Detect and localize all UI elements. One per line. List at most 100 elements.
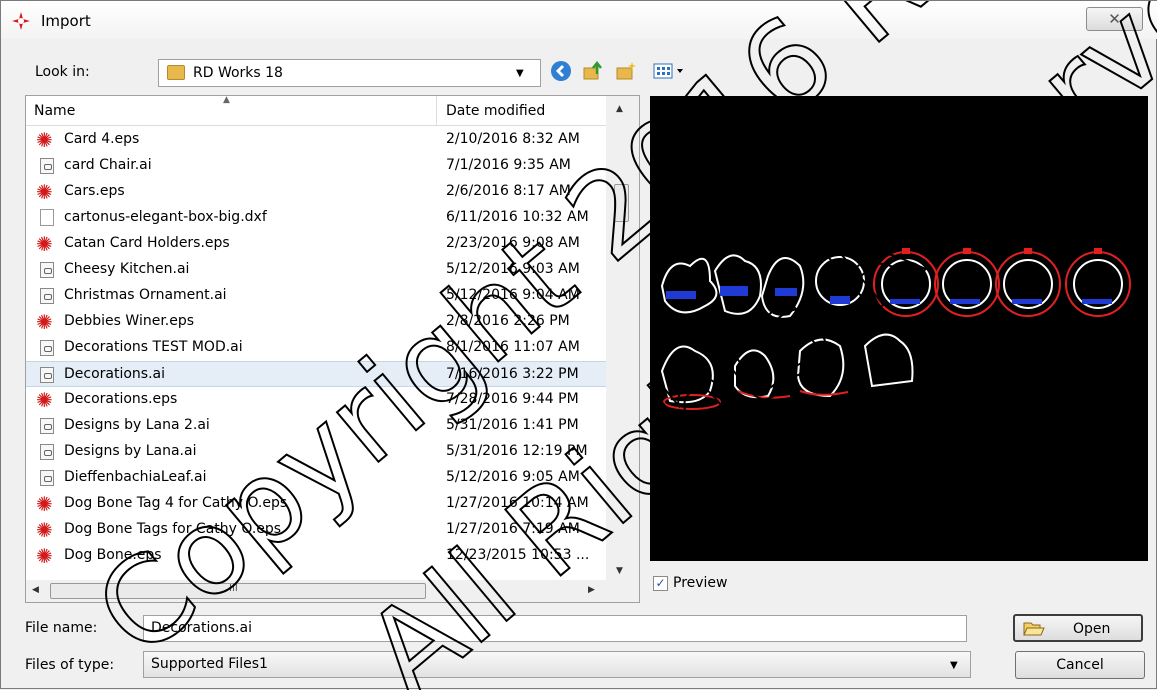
close-icon: ✕ [1108,10,1121,28]
preview-checkbox[interactable]: ✓ [653,576,668,591]
ai-file-icon [40,288,54,304]
file-name-cell: Decorations TEST MOD.ai [64,339,243,355]
file-date-cell: 2/10/2016 8:32 AM [446,131,580,147]
vertical-scroll-thumb[interactable] [614,184,629,222]
chevron-down-icon: ▼ [516,68,524,79]
new-folder-button[interactable] [614,60,638,84]
file-date-cell: 6/11/2016 10:32 AM [446,209,589,225]
file-row[interactable]: Designs by Lana.ai 5/31/2016 12:19 PM [26,439,606,465]
scroll-grip: III [229,583,238,594]
up-folder-icon [583,60,602,80]
column-divider[interactable] [436,96,437,125]
title-bar: Import ✕ [1,1,1157,39]
file-row[interactable]: ✺ Card 4.eps 2/10/2016 8:32 AM [26,127,606,153]
open-button[interactable]: Open [1013,614,1143,642]
file-row[interactable]: Christmas Ornament.ai 5/12/2016 9:04 AM [26,283,606,309]
preview-pane [650,96,1148,561]
scroll-left-icon[interactable]: ◀ [32,585,39,595]
file-list-header: Name ▲ Date modified [26,96,606,126]
ai-file-icon [40,470,54,486]
file-date-cell: 7/16/2016 3:22 PM [446,366,579,382]
close-button[interactable]: ✕ [1086,7,1143,31]
new-folder-icon [616,62,636,80]
eps-file-icon: ✺ [36,518,53,542]
eps-file-icon: ✺ [36,180,53,204]
file-date-cell: 5/31/2016 1:41 PM [446,417,579,433]
view-menu-button[interactable] [651,60,691,84]
file-date-cell: 5/31/2016 12:19 PM [446,443,588,459]
file-list[interactable]: Name ▲ Date modified ✺ Card 4.eps 2/10/201… [25,95,640,603]
file-date-cell: 2/6/2016 8:17 AM [446,183,571,199]
file-date-cell: 2/23/2016 9:08 AM [446,235,580,251]
file-row[interactable]: Cheesy Kitchen.ai 5/12/2016 9:03 AM [26,257,606,283]
file-date-cell: 7/1/2016 9:35 AM [446,157,571,173]
file-row[interactable]: cartonus-elegant-box-big.dxf 6/11/2016 10… [26,205,606,231]
file-row[interactable]: ✺ Dog Bone.eps 12/23/2015 10:53 ... [26,543,606,569]
file-name-cell: card Chair.ai [64,157,152,173]
up-folder-button[interactable] [581,60,605,84]
file-row[interactable]: ✺ Dog Bone Tags for Cathy O.eps 1/27/2016 … [26,517,606,543]
horizontal-scrollbar[interactable]: ◀ III ▶ [26,580,606,602]
eps-file-icon: ✺ [36,128,53,152]
cancel-button-label: Cancel [1056,657,1104,673]
eps-file-icon: ✺ [36,492,53,516]
vertical-scrollbar[interactable]: ▲ ▼ [606,96,639,602]
ai-file-icon [40,340,54,356]
file-name-label: File name: [25,620,98,636]
file-type-select[interactable]: Supported Files1 ▼ [143,651,971,678]
file-row-selected[interactable]: Decorations.ai 7/16/2016 3:22 PM [26,361,606,387]
cancel-button[interactable]: Cancel [1015,651,1145,679]
file-name-cell: DieffenbachiaLeaf.ai [64,469,207,485]
file-row[interactable]: Designs by Lana 2.ai 5/31/2016 1:41 PM [26,413,606,439]
file-row[interactable]: ✺ Dog Bone Tag 4 for Cathy O.eps 1/27/2016… [26,491,606,517]
file-date-cell: 12/23/2015 10:53 ... [446,547,590,563]
look-in-label: Look in: [35,64,90,80]
view-menu-icon [653,63,683,79]
window-title: Import [41,12,91,30]
preview-label: Preview [673,575,728,591]
file-row[interactable]: ✺ Cars.eps 2/6/2016 8:17 AM [26,179,606,205]
file-row[interactable]: DieffenbachiaLeaf.ai 5/12/2016 9:05 AM [26,465,606,491]
eps-file-icon: ✺ [36,388,53,412]
back-button[interactable] [549,60,573,84]
file-date-cell: 1/27/2016 7:19 AM [446,521,580,537]
file-date-cell: 5/12/2016 9:03 AM [446,261,580,277]
file-row[interactable]: ✺ Debbies Winer.eps 2/8/2016 2:26 PM [26,309,606,335]
ai-file-icon [40,418,54,434]
file-date-cell: 5/12/2016 9:04 AM [446,287,580,303]
column-header-name[interactable]: Name [34,103,75,119]
import-dialog: Import ✕ Look in: RD Works 18 ▼ Name ▲ D… [0,0,1157,690]
file-name-cell: Christmas Ornament.ai [64,287,227,303]
scroll-up-icon[interactable]: ▲ [616,104,623,114]
open-button-label: Open [1073,621,1111,637]
sort-ascending-icon: ▲ [223,95,230,105]
dxf-file-icon [40,209,54,226]
look-in-combo[interactable]: RD Works 18 ▼ [158,59,541,87]
file-date-cell: 8/1/2016 11:07 AM [446,339,580,355]
file-row[interactable]: ✺ Decorations.eps 7/28/2016 9:44 PM [26,387,606,413]
file-name-value: Decorations.ai [151,620,253,636]
file-name-cell: Dog Bone Tag 4 for Cathy O.eps [64,495,288,511]
look-in-value: RD Works 18 [193,65,283,81]
file-name-cell: Cars.eps [64,183,125,199]
file-type-value: Supported Files1 [151,656,268,672]
scroll-right-icon[interactable]: ▶ [588,585,595,595]
app-icon [12,12,30,30]
file-date-cell: 1/27/2016 10:14 AM [446,495,589,511]
file-name-cell: Cheesy Kitchen.ai [64,261,190,277]
ai-file-icon [40,158,54,174]
file-name-cell: Decorations.ai [64,366,166,382]
file-name-cell: Designs by Lana 2.ai [64,417,210,433]
open-folder-icon [1023,622,1045,636]
file-row[interactable]: card Chair.ai 7/1/2016 9:35 AM [26,153,606,179]
file-row[interactable]: Decorations TEST MOD.ai 8/1/2016 11:07 AM [26,335,606,361]
back-arrow-icon [551,61,571,81]
file-name-cell: Debbies Winer.eps [64,313,195,329]
file-row[interactable]: ✺ Catan Card Holders.eps 2/23/2016 9:08 AM [26,231,606,257]
horizontal-scroll-thumb[interactable]: III [50,583,426,599]
column-header-date[interactable]: Date modified [446,103,545,119]
eps-file-icon: ✺ [36,232,53,256]
file-name-input[interactable]: Decorations.ai [143,615,967,642]
file-date-cell: 5/12/2016 9:05 AM [446,469,580,485]
scroll-down-icon[interactable]: ▼ [616,566,623,576]
